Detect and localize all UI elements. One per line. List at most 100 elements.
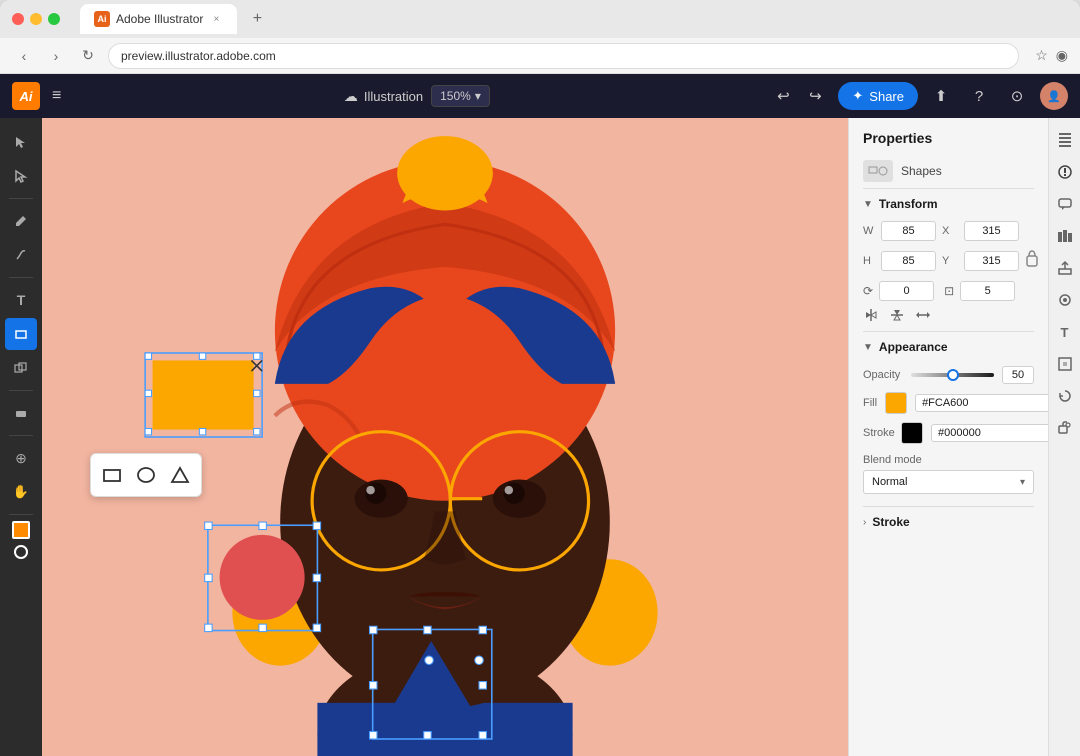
history-panel-button[interactable] [1051,382,1079,410]
back-button[interactable]: ‹ [12,44,36,68]
stroke-hex-input[interactable] [931,424,1048,442]
shapes-row: Shapes [849,154,1048,188]
plugins-panel-button[interactable] [1051,414,1079,442]
stroke-color-swatch[interactable] [14,545,28,559]
browser-action-icons: ☆ ◉ [1035,47,1068,64]
app: Ai ≡ ☁ Illustration 150% ▾ ↩ ↪ ✦ Share ⬆… [0,74,1080,756]
canvas-rectangle[interactable] [145,353,262,437]
share-label: Share [869,89,904,104]
fullscreen-button[interactable] [48,13,60,25]
effects-panel-button[interactable] [1051,286,1079,314]
text-tool[interactable]: T [5,284,37,316]
browser-titlebar: Ai Adobe Illustrator × + [0,0,1080,38]
tool-separator-1 [9,198,33,199]
refresh-button[interactable]: ↻ [76,44,100,68]
minimize-button[interactable] [30,13,42,25]
new-tab-button[interactable]: + [245,7,269,31]
pen-tool[interactable] [5,205,37,237]
export-panel-button[interactable] [1051,254,1079,282]
blend-mode-label: Blend mode [863,454,1034,466]
scale-icon: ⊡ [944,284,954,298]
libraries-panel-button[interactable] [1051,222,1079,250]
fill-row: Fill [863,388,1034,418]
flip-horizontal-button[interactable] [863,307,879,323]
doc-title-text: Illustration [364,89,423,104]
profile-icon[interactable]: ◉ [1056,47,1068,64]
height-input[interactable] [881,251,936,271]
transform-panel-button[interactable] [1051,350,1079,378]
stroke-color-swatch[interactable] [901,422,923,444]
transform-section-header[interactable]: ▼ Transform [849,189,1048,219]
fill-color-swatch[interactable] [885,392,907,414]
stroke-arrow-icon: › [863,517,866,528]
direct-select-tool[interactable] [5,160,37,192]
zoom-tool[interactable]: ⊕ [5,442,37,474]
shape-tools-popup [90,453,202,497]
opacity-value-input[interactable] [1002,366,1034,384]
redo-button[interactable]: ↪ [800,81,830,111]
active-tab[interactable]: Ai Adobe Illustrator × [80,4,237,34]
type-panel-button[interactable]: T [1051,318,1079,346]
x-input[interactable] [964,221,1019,241]
properties-panel-button[interactable] [1051,158,1079,186]
shape-tool[interactable] [5,318,37,350]
fill-label: Fill [863,397,877,409]
fill-color-swatch[interactable] [12,521,30,539]
tab-close-button[interactable]: × [209,12,223,26]
opacity-thumb[interactable] [947,369,959,381]
upload-button[interactable]: ⬆ [926,81,956,111]
shape-builder-tool[interactable] [5,352,37,384]
address-text: preview.illustrator.adobe.com [121,49,276,63]
comments-panel-button[interactable] [1051,190,1079,218]
browser-toolbar: ‹ › ↻ preview.illustrator.adobe.com ☆ ◉ [0,38,1080,74]
blend-mode-arrow-icon: ▾ [1020,477,1025,488]
scale-input[interactable] [960,281,1015,301]
eraser-tool[interactable] [5,397,37,429]
close-button[interactable] [12,13,24,25]
undo-button[interactable]: ↩ [768,81,798,111]
help-button[interactable]: ? [964,81,994,111]
shapes-label: Shapes [901,164,942,178]
appearance-section-header[interactable]: ▼ Appearance [849,332,1048,362]
share-button[interactable]: ✦ Share [838,82,918,110]
app-toolbar: Ai ≡ ☁ Illustration 150% ▾ ↩ ↪ ✦ Share ⬆… [0,74,1080,118]
user-avatar[interactable]: 👤 [1040,82,1068,110]
transform-section-label: Transform [879,197,938,211]
menu-button[interactable]: ≡ [48,83,65,109]
rotate-icon: ⟳ [863,284,873,298]
appearance-arrow-icon: ▼ [863,342,873,353]
lock-proportions-button[interactable] [1025,248,1039,273]
select-tool[interactable] [5,126,37,158]
rectangle-tool-popup[interactable] [97,460,127,490]
stroke-section-header[interactable]: › Stroke [849,507,1048,537]
right-panel: Properties Shapes ▼ Transform W [848,118,1048,756]
opacity-label: Opacity [863,369,903,381]
address-bar[interactable]: preview.illustrator.adobe.com [108,43,1019,69]
canvas-area[interactable] [42,118,848,756]
width-input[interactable] [881,221,936,241]
align-button[interactable] [915,307,931,323]
flip-vertical-button[interactable] [889,307,905,323]
triangle-tool-popup[interactable] [165,460,195,490]
discover-button[interactable]: ⊙ [1002,81,1032,111]
cloud-icon: ☁ [344,88,358,105]
rotate-input[interactable] [879,281,934,301]
y-label: Y [942,255,958,267]
layers-panel-button[interactable] [1051,126,1079,154]
bookmark-icon[interactable]: ☆ [1035,47,1048,64]
app-logo: Ai [12,82,40,110]
shapes-preview-icon [863,160,893,182]
pencil-tool[interactable] [5,239,37,271]
tool-separator-4 [9,435,33,436]
stroke-section-label: Stroke [872,515,909,529]
blend-mode-select[interactable]: Normal ▾ [863,470,1034,494]
opacity-row: Opacity [863,362,1034,388]
forward-button[interactable]: › [44,44,68,68]
ellipse-tool-popup[interactable] [131,460,161,490]
appearance-section-label: Appearance [879,340,948,354]
opacity-slider[interactable] [911,373,994,377]
hand-tool[interactable]: ✋ [5,476,37,508]
y-input[interactable] [964,251,1019,271]
zoom-select[interactable]: 150% ▾ [431,85,490,107]
fill-hex-input[interactable] [915,394,1048,412]
